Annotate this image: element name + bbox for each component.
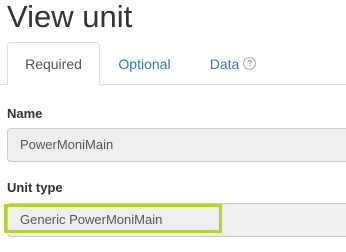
unit-type-field[interactable]: Generic PowerMoniMain [7,203,346,237]
tab-bar: Required Optional Data ? [0,42,346,85]
tab-data[interactable]: Data ? [192,42,274,85]
view-unit-page: View unit Required Optional Data ? Name … [0,0,346,252]
tab-optional[interactable]: Optional [103,42,186,85]
tab-required[interactable]: Required [7,42,100,85]
help-circle-icon[interactable]: ? [243,57,257,70]
page-title: View unit [7,0,133,34]
name-label: Name [7,106,43,121]
tab-required-label: Required [25,55,82,72]
tab-data-label: Data [209,55,240,72]
name-field[interactable]: PowerMoniMain [7,128,346,162]
tab-optional-label: Optional [118,55,171,72]
unit-type-label: Unit type [7,180,63,195]
